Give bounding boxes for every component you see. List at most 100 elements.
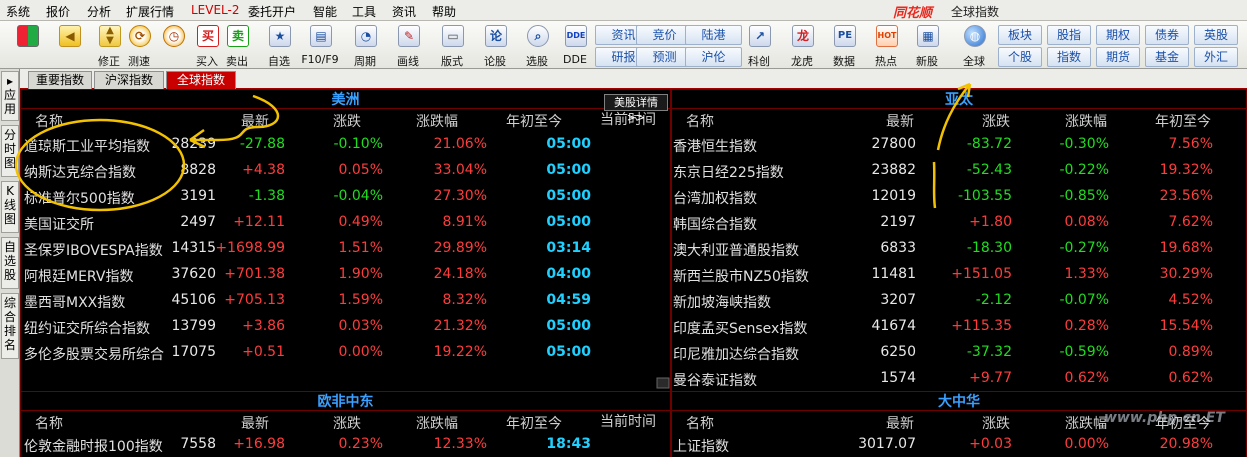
menu-tools[interactable]: 工具 [352,3,376,20]
column-latest[interactable]: 最新 [241,413,269,433]
column-ytd[interactable]: 年初至今 [1155,111,1211,131]
column-name[interactable]: 名称 [35,413,63,433]
quick-hk-connect-button[interactable]: 陆港 [685,25,742,45]
column-change[interactable]: 涨跌 [982,413,1010,433]
ytd-value: 20.98% [1159,436,1213,452]
table-row[interactable]: 东京日经225指数 23882 -52.43 -0.22% 19.32% [672,158,1246,184]
menu-level2[interactable]: LEVEL-2 [191,3,240,17]
speed-test-button[interactable]: ⟳ 测速 [122,22,156,68]
table-row[interactable]: 美国证交所 2497 +12.11 0.49% 8.91% 05:00 [21,210,670,236]
quick-funds-button[interactable]: 基金 [1145,47,1189,67]
table-row[interactable]: 墨西哥MXX指数 45106 +705.13 1.59% 8.32% 04:59 [21,288,670,314]
menu-trade-account[interactable]: 委托开户 [248,3,296,20]
layout-style-button[interactable]: ▭ 版式 [435,22,469,68]
quick-bonds-button[interactable]: 债券 [1145,25,1189,45]
table-row[interactable]: 印度孟买Sensex指数 41674 +115.35 0.28% 15.54% [672,314,1246,340]
table-row[interactable]: 道琼斯工业平均指数 28239 -27.88 -0.10% 21.06% 05:00 [21,132,670,158]
column-ytd[interactable]: 年初至今 [506,413,562,433]
discuss-button[interactable]: 论 论股 [478,22,512,68]
column-change-pct[interactable]: 涨跌幅 [416,111,458,131]
side-tab-intraday[interactable]: 分时图 [1,125,19,177]
column-change[interactable]: 涨跌 [982,111,1010,131]
table-row[interactable]: 韩国综合指数 2197 +1.80 0.08% 7.62% [672,210,1246,236]
column-latest[interactable]: 最新 [886,111,914,131]
quick-options-button[interactable]: 期权 [1096,25,1140,45]
column-ytd[interactable]: 年初至今 [506,111,562,131]
quick-forex-button[interactable]: 外汇 [1194,47,1238,67]
draw-line-button[interactable]: ✎ 画线 [391,22,425,68]
column-change[interactable]: 涨跌 [333,111,361,131]
data-button[interactable]: PE 数据 [827,22,861,68]
column-name[interactable]: 名称 [686,413,714,433]
column-change-pct[interactable]: 涨跌幅 [416,413,458,433]
scroll-indicator[interactable] [656,377,670,389]
menu-extended-quotes[interactable]: 扩展行情 [126,3,174,20]
period-button[interactable]: ◔ 周期 [348,22,382,68]
column-name[interactable]: 名称 [35,111,63,131]
quick-index-button[interactable]: 指数 [1047,47,1091,67]
change-value: +16.98 [233,436,285,452]
column-time[interactable]: 当前时间 [600,411,656,431]
dde-button[interactable]: DDE DDE [558,22,592,68]
menu-quote[interactable]: 报价 [46,3,70,20]
column-name[interactable]: 名称 [686,111,714,131]
menu-system[interactable]: 系统 [6,3,30,20]
column-change[interactable]: 涨跌 [333,413,361,433]
back-button[interactable]: ◀ [52,22,86,68]
menu-news[interactable]: 资讯 [392,3,416,20]
time-value: 05:00 [546,344,591,360]
side-tab-apps[interactable]: ▸ 应用 [1,71,19,121]
menu-analysis[interactable]: 分析 [87,3,111,20]
menu-help[interactable]: 帮助 [432,3,456,20]
tab-shanghai-shenzhen-indices[interactable]: 沪深指数 [94,71,164,89]
table-row[interactable]: 澳大利亚普通股指数 6833 -18.30 -0.27% 19.68% [672,236,1246,262]
layout-button[interactable] [10,22,44,68]
table-row[interactable]: 香港恒生指数 27800 -83.72 -0.30% 7.56% [672,132,1246,158]
column-latest[interactable]: 最新 [886,413,914,433]
sell-button[interactable]: 卖 卖出 [220,22,254,68]
table-row[interactable]: 伦敦金融时报100指数 7558 +16.98 0.23% 12.33% 18:43 [21,432,670,457]
watchlist-button[interactable]: ★ 自选 [262,22,296,68]
column-latest[interactable]: 最新 [241,111,269,131]
table-row[interactable]: 纽约证交所综合指数 13799 +3.86 0.03% 21.32% 05:00 [21,314,670,340]
hot-button[interactable]: HOT 热点 [869,22,903,68]
menu-smart[interactable]: 智能 [313,3,337,20]
clock-tool-button[interactable]: ◷ [156,22,190,68]
table-row[interactable]: 上证指数 3017.07 +0.03 0.00% 20.98% [672,432,1246,457]
quick-shanghai-london-button[interactable]: 沪伦 [685,47,742,67]
table-row[interactable]: 圣保罗IBOVESPA指数 14315 +1698.99 1.51% 29.89% 03:… [21,236,670,262]
tab-global-indices[interactable]: 全球指数 [166,71,236,89]
global-button[interactable]: ◍ 全球 [957,22,991,68]
new-stock-button[interactable]: ▦ 新股 [910,22,944,68]
column-change-pct[interactable]: 涨跌幅 [1065,413,1107,433]
side-tab-ranking[interactable]: 综合排名 [1,293,19,359]
menu-bar: 系统 报价 分析 扩展行情 LEVEL-2 委托开户 智能 工具 资讯 帮助 同… [0,0,1247,21]
time-value: 05:00 [546,162,591,178]
table-row[interactable]: 阿根廷MERV指数 37620 +701.38 1.90% 24.18% 04:00 [21,262,670,288]
tab-key-indices[interactable]: 重要指数 [28,71,92,89]
kechuang-button[interactable]: ↗ 科创 [742,22,776,68]
change-pct-value: 0.08% [1064,214,1109,230]
quick-sector-button[interactable]: 板块 [998,25,1042,45]
table-row[interactable]: 新西兰股市NZ50指数 11481 +151.05 1.33% 30.29% [672,262,1246,288]
dragon-tiger-button[interactable]: 龙 龙虎 [785,22,819,68]
quick-uk-stocks-button[interactable]: 英股 [1194,25,1238,45]
quick-stock-index-futures-button[interactable]: 股指 [1047,25,1091,45]
table-row[interactable]: 印尼雅加达综合指数 6250 -37.32 -0.59% 0.89% [672,340,1246,366]
column-change-pct[interactable]: 涨跌幅 [1065,111,1107,131]
table-row[interactable]: 曼谷泰证指数 1574 +9.77 0.62% 0.62% [672,366,1246,392]
discuss-icon: 论 [485,25,507,47]
table-row[interactable]: 多伦多股票交易所综合 17075 +0.51 0.00% 19.22% 05:00 [21,340,670,366]
table-row[interactable]: 新加坡海峡指数 3207 -2.12 -0.07% 4.52% [672,288,1246,314]
up-down-icon: ▲ ▼ [99,25,121,47]
side-tab-kline[interactable]: K线图 [1,181,19,233]
us-stock-detail-button[interactable]: 美股详情>> [604,94,668,124]
table-row[interactable]: 标准普尔500指数 3191 -1.38 -0.04% 27.30% 05:00 [21,184,670,210]
table-row[interactable]: 纳斯达克综合指数 8828 +4.38 0.05% 33.04% 05:00 [21,158,670,184]
side-tab-watchlist[interactable]: 自选股 [1,237,19,289]
table-row[interactable]: 台湾加权指数 12019 -103.55 -0.85% 23.56% [672,184,1246,210]
stock-picker-button[interactable]: ⌕ 选股 [520,22,554,68]
f10-button[interactable]: ▤ F10/F9 [301,22,339,68]
quick-stock-button[interactable]: 个股 [998,47,1042,67]
quick-futures-button[interactable]: 期货 [1096,47,1140,67]
